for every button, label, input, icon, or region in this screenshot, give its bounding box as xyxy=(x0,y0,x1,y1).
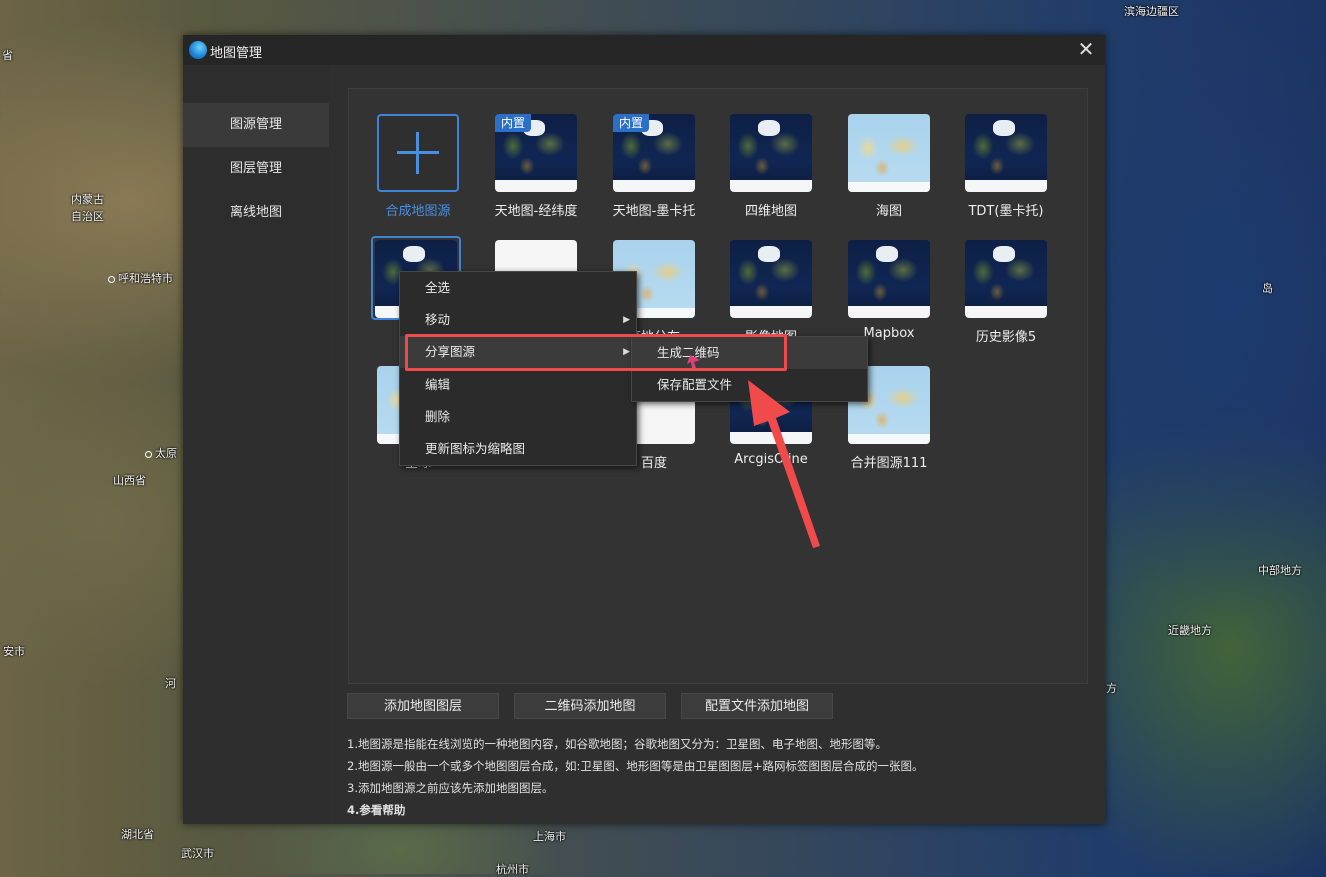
annotation-arrow-icon xyxy=(687,355,820,548)
